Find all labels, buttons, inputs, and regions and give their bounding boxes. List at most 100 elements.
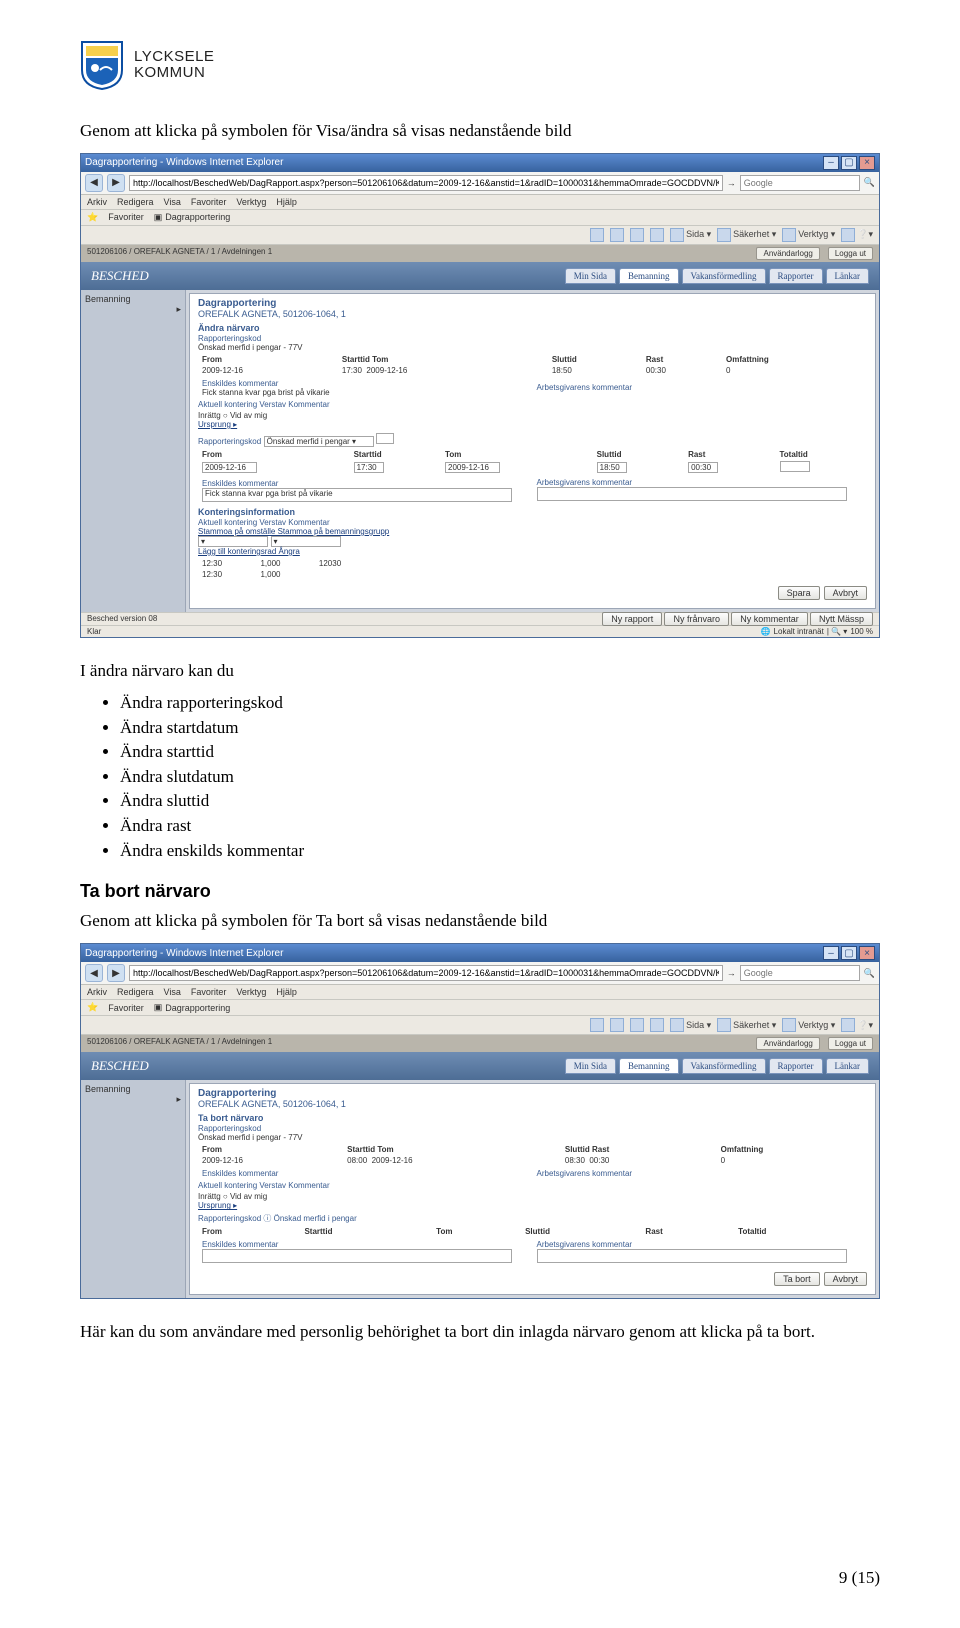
rpt-extra-input[interactable] xyxy=(376,433,394,444)
close-icon[interactable]: × xyxy=(859,156,875,170)
browser-tab[interactable]: ▣ Dagrapportering xyxy=(154,1002,231,1013)
konto-select-2[interactable]: ▾ xyxy=(271,536,341,547)
apptab-bemanning[interactable]: Bemanning xyxy=(619,268,679,284)
sidebar-item-bemanning[interactable]: Bemanning xyxy=(85,294,181,304)
cmd-feeds-icon[interactable] xyxy=(610,1018,624,1032)
apptab-rapporter[interactable]: Rapporter xyxy=(769,268,823,284)
close-icon[interactable]: × xyxy=(859,946,875,960)
browser-tab[interactable]: ▣ Dagrapportering xyxy=(154,212,231,223)
maximize-icon[interactable]: ▢ xyxy=(841,946,857,960)
maximize-icon[interactable]: ▢ xyxy=(841,156,857,170)
tom-input[interactable]: 2009-12-16 xyxy=(445,462,500,473)
radio-inrattg[interactable]: Inrättg ○ Vid av mig xyxy=(198,411,867,420)
cancel-button[interactable]: Avbryt xyxy=(824,586,867,600)
cancel-button[interactable]: Avbryt xyxy=(824,1272,867,1286)
apptab-minsida[interactable]: Min Sida xyxy=(565,1058,616,1074)
menu-favoriter[interactable]: Favoriter xyxy=(191,197,227,207)
back-icon[interactable]: ◀ xyxy=(85,964,103,982)
menu-favoriter[interactable]: Favoriter xyxy=(191,987,227,997)
browser-search[interactable] xyxy=(740,965,860,981)
apptab-vakans[interactable]: Vakansförmedling xyxy=(682,268,766,284)
chip-logout[interactable]: Logga ut xyxy=(828,247,873,260)
rpt-select[interactable]: Önskad merfid i pengar ▾ xyxy=(264,436,374,447)
cmd-help-icon[interactable]: ❔▾ xyxy=(841,228,873,242)
cmd-tools[interactable]: Verktyg ▾ xyxy=(782,228,835,242)
chip-userlog[interactable]: Användarlogg xyxy=(756,247,819,260)
menu-verktyg[interactable]: Verktyg xyxy=(236,197,266,207)
ag-comment-input[interactable] xyxy=(537,487,847,501)
konto-select-1[interactable]: ▾ xyxy=(198,536,268,547)
save-button[interactable]: Spara xyxy=(778,586,820,600)
cmd-print-icon[interactable] xyxy=(650,228,664,242)
cmd-help-icon[interactable]: ❔▾ xyxy=(841,1018,873,1032)
apptab-lankar[interactable]: Länkar xyxy=(826,1058,869,1074)
list-item: Ändra starttid xyxy=(120,740,880,765)
enskild-comment-input[interactable] xyxy=(202,1249,512,1263)
menu-hjalp[interactable]: Hjälp xyxy=(276,987,297,997)
browser-search[interactable] xyxy=(740,175,860,191)
forward-icon[interactable]: ▶ xyxy=(107,964,125,982)
cmd-print-icon[interactable] xyxy=(650,1018,664,1032)
cmd-tools[interactable]: Verktyg ▾ xyxy=(782,1018,835,1032)
menu-arkiv[interactable]: Arkiv xyxy=(87,197,107,207)
status-cmd-4[interactable]: Nytt Mässp xyxy=(810,612,873,626)
apptab-lankar[interactable]: Länkar xyxy=(826,268,869,284)
apptab-rapporter[interactable]: Rapporter xyxy=(769,1058,823,1074)
ursprung-expand[interactable]: Ursprung ▸ xyxy=(198,420,867,429)
sluttid-input[interactable]: 18:50 xyxy=(597,462,627,473)
cmd-page[interactable]: Sida ▾ xyxy=(670,1018,711,1032)
cmd-home-icon[interactable] xyxy=(590,1018,604,1032)
stammoa-links[interactable]: Stammoa på omställe Stammoa på bemanning… xyxy=(198,527,867,536)
zoom-level[interactable]: 100 % xyxy=(850,627,873,636)
search-icon[interactable]: 🔍 xyxy=(864,177,875,188)
menu-verktyg[interactable]: Verktyg xyxy=(236,987,266,997)
cmd-feeds-icon[interactable] xyxy=(610,228,624,242)
status-cmd-2[interactable]: Ny frånvaro xyxy=(664,612,729,626)
cmd-security[interactable]: Säkerhet ▾ xyxy=(717,228,776,242)
minimize-icon[interactable]: – xyxy=(823,946,839,960)
menu-redigera[interactable]: Redigera xyxy=(117,197,154,207)
ag-comment-input[interactable] xyxy=(537,1249,847,1263)
ursprung-expand[interactable]: Ursprung ▸ xyxy=(198,1201,867,1210)
apptab-minsida[interactable]: Min Sida xyxy=(565,268,616,284)
starttid-input[interactable]: 17:30 xyxy=(354,462,384,473)
cmd-mail-icon[interactable] xyxy=(630,1018,644,1032)
menu-arkiv[interactable]: Arkiv xyxy=(87,987,107,997)
address-bar[interactable] xyxy=(129,175,723,191)
cmd-page[interactable]: Sida ▾ xyxy=(670,228,711,242)
menu-redigera[interactable]: Redigera xyxy=(117,987,154,997)
go-icon[interactable]: → xyxy=(727,178,736,188)
add-kontering-row[interactable]: Lägg till konteringsrad Ångra xyxy=(198,547,867,556)
sidebar-item-bemanning[interactable]: Bemanning xyxy=(85,1084,181,1094)
cmd-home-icon[interactable] xyxy=(590,228,604,242)
address-bar[interactable] xyxy=(129,965,723,981)
delete-button[interactable]: Ta bort xyxy=(774,1272,820,1286)
apptab-bemanning[interactable]: Bemanning xyxy=(619,1058,679,1074)
chip-logout[interactable]: Logga ut xyxy=(828,1037,873,1050)
back-icon[interactable]: ◀ xyxy=(85,174,103,192)
enskild-comment-input[interactable]: Fick stanna kvar pga brist på vikarie xyxy=(202,488,512,502)
readonly-row: From Starttid Tom Sluttid Rast Omfattnin… xyxy=(198,1144,867,1166)
favorites-star-icon[interactable]: ⭐ xyxy=(87,1002,98,1013)
favorites-star-icon[interactable]: ⭐ xyxy=(87,212,98,223)
apptab-vakans[interactable]: Vakansförmedling xyxy=(682,1058,766,1074)
totaltid-input[interactable] xyxy=(780,461,810,472)
menu-visa[interactable]: Visa xyxy=(164,197,181,207)
forward-icon[interactable]: ▶ xyxy=(107,174,125,192)
minimize-icon[interactable]: – xyxy=(823,156,839,170)
menu-hjalp[interactable]: Hjälp xyxy=(276,197,297,207)
cmd-security[interactable]: Säkerhet ▾ xyxy=(717,1018,776,1032)
menu-visa[interactable]: Visa xyxy=(164,987,181,997)
from-input[interactable]: 2009-12-16 xyxy=(202,462,257,473)
chip-userlog[interactable]: Användarlogg xyxy=(756,1037,819,1050)
rast-input[interactable]: 00:30 xyxy=(688,462,718,473)
radio-inrattg[interactable]: Inrättg ○ Vid av mig xyxy=(198,1192,867,1201)
status-cmd-1[interactable]: Ny rapport xyxy=(602,612,662,626)
status-cmd-3[interactable]: Ny kommentar xyxy=(731,612,808,626)
shield-icon xyxy=(80,40,124,90)
go-icon[interactable]: → xyxy=(727,968,736,978)
cmd-mail-icon[interactable] xyxy=(630,228,644,242)
change-options-list: Ändra rapporteringskod Ändra startdatum … xyxy=(120,691,880,863)
search-icon[interactable]: 🔍 xyxy=(864,968,875,979)
readonly-row: From Starttid Tom Sluttid Rast Omfattnin… xyxy=(198,354,867,376)
